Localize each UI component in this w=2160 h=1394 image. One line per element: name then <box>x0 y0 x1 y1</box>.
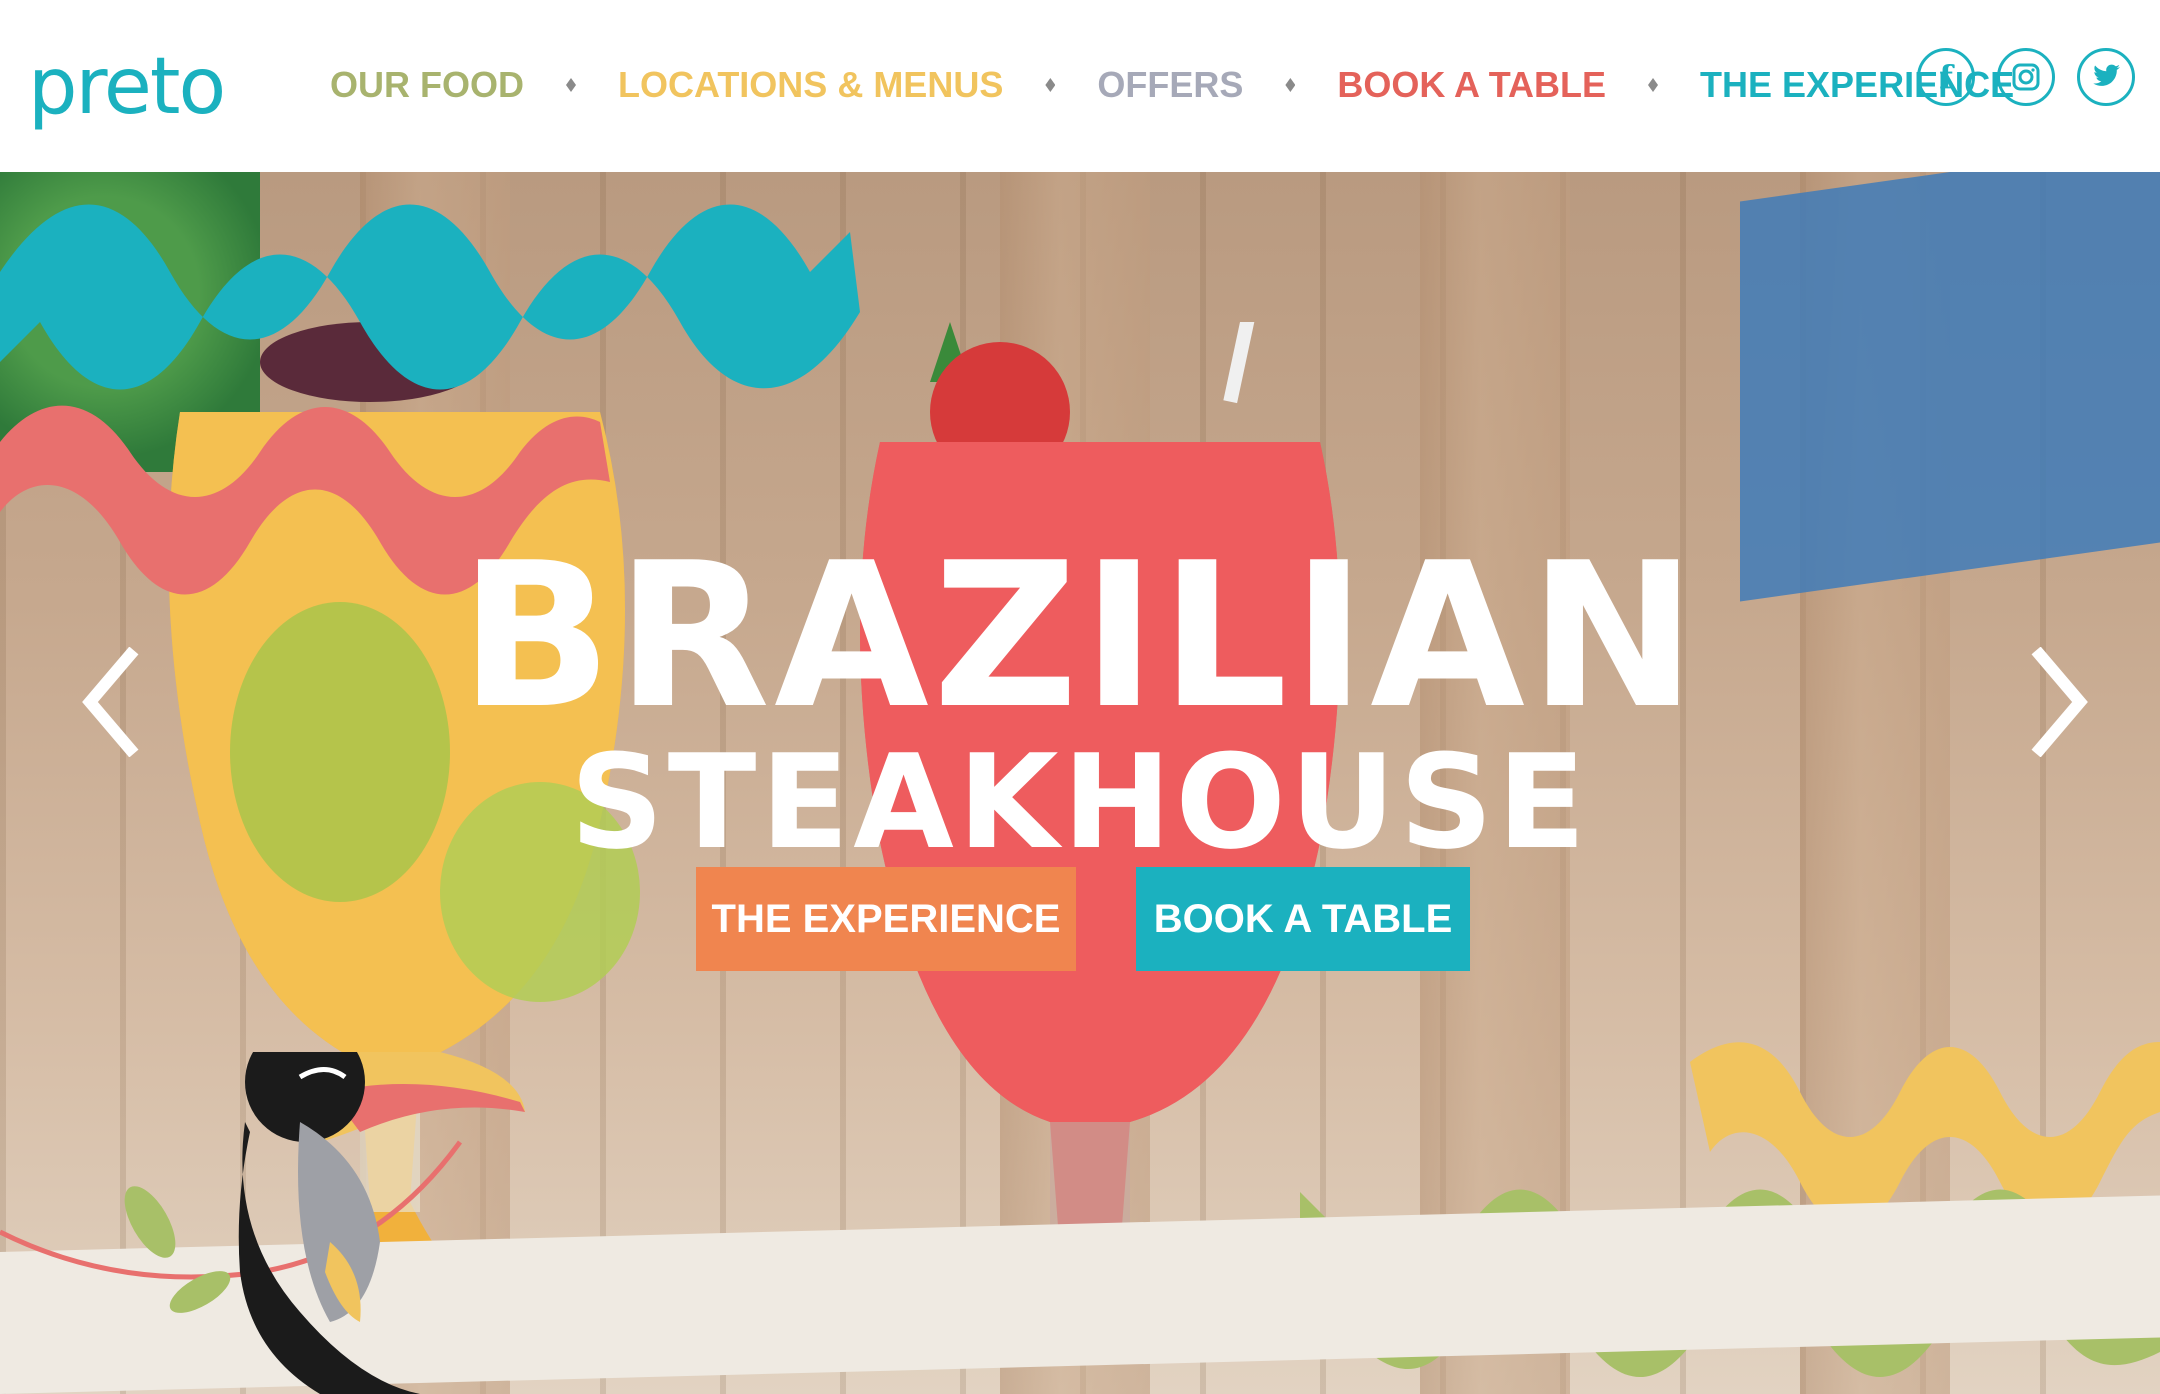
chevron-right-icon[interactable] <box>2030 647 2090 757</box>
hero-carousel: BRAZILIAN STEAKHOUSE THE EXPERIENCE BOOK… <box>0 172 2160 1394</box>
site-header: preto OUR FOOD LOCATIONS & MENUS OFFERS … <box>0 0 2160 172</box>
twitter-icon[interactable] <box>2077 48 2135 106</box>
hero-title-line1: BRAZILIAN <box>459 520 1701 753</box>
nav-separator <box>1045 78 1056 92</box>
hero-title: BRAZILIAN STEAKHOUSE <box>0 520 2160 878</box>
nav-separator <box>1285 78 1296 92</box>
toucan-illustration <box>0 1052 525 1394</box>
hero-title-line2: STEAKHOUSE <box>570 726 1590 878</box>
facebook-glyph: f <box>1939 58 1953 96</box>
preto-logo[interactable]: preto <box>28 42 226 132</box>
instagram-glyph <box>2012 63 2040 91</box>
nav-locations-menus[interactable]: LOCATIONS & MENUS <box>618 64 1003 106</box>
the-experience-button[interactable]: THE EXPERIENCE <box>696 867 1076 971</box>
nav-our-food[interactable]: OUR FOOD <box>330 64 524 106</box>
facebook-icon[interactable]: f <box>1917 48 1975 106</box>
chevron-left-icon[interactable] <box>80 647 140 757</box>
nav-separator <box>566 78 576 92</box>
nav-book-a-table[interactable]: BOOK A TABLE <box>1337 64 1606 106</box>
blue-cloth-decoration <box>1740 172 2160 602</box>
nav-separator <box>1648 78 1659 92</box>
book-a-table-button[interactable]: BOOK A TABLE <box>1136 867 1470 971</box>
instagram-icon[interactable] <box>1997 48 2055 106</box>
main-nav: OUR FOOD LOCATIONS & MENUS OFFERS BOOK A… <box>330 60 2014 110</box>
twitter-glyph <box>2093 64 2120 86</box>
nav-offers[interactable]: OFFERS <box>1097 64 1243 106</box>
